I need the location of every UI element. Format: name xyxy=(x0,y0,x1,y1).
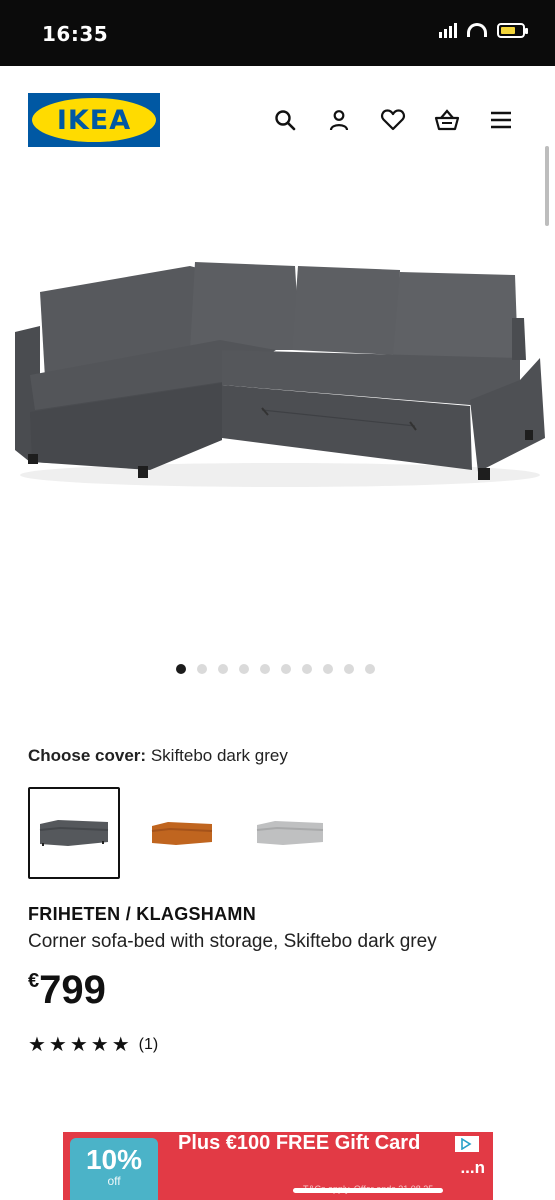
ad-more-text: ...n xyxy=(460,1158,485,1177)
home-indicator xyxy=(293,1188,443,1193)
price-amount: 799 xyxy=(39,968,106,1012)
heart-icon[interactable] xyxy=(379,106,407,134)
carousel-dot[interactable] xyxy=(260,664,270,674)
product-image[interactable] xyxy=(0,200,555,630)
site-header: IKEA xyxy=(0,66,555,166)
signal-icon xyxy=(439,22,457,38)
ad-banner[interactable]: 10% off Plus €100 FREE Gift Card ...n T&… xyxy=(63,1132,493,1200)
ad-badge-percent: 10% xyxy=(85,1144,143,1175)
cover-swatches xyxy=(28,787,336,879)
carousel-dot[interactable] xyxy=(365,664,375,674)
product-description: Corner sofa-bed with storage, Skiftebo d… xyxy=(28,931,437,952)
ikea-logo[interactable]: IKEA xyxy=(28,93,160,147)
logo-text: IKEA xyxy=(56,104,132,136)
ad-discount-badge: 10% off xyxy=(70,1138,158,1200)
product-price: €799 xyxy=(28,966,106,1014)
carousel-dot[interactable] xyxy=(323,664,333,674)
ad-title: Plus €100 FREE Gift Card xyxy=(178,1132,421,1154)
menu-icon[interactable] xyxy=(487,106,515,134)
cover-swatch-orange[interactable] xyxy=(136,787,228,879)
carousel-dot[interactable] xyxy=(239,664,249,674)
basket-icon[interactable] xyxy=(433,106,461,134)
search-icon[interactable] xyxy=(271,106,299,134)
star-rating-icon: ★★★★★ xyxy=(28,1034,133,1056)
product-rating[interactable]: ★★★★★ (1) xyxy=(28,1032,158,1057)
choose-cover-label: Choose cover: xyxy=(28,746,147,765)
status-bar: 16:35 xyxy=(0,0,555,66)
wifi-icon xyxy=(467,23,487,37)
status-time: 16:35 xyxy=(42,22,109,46)
status-icons xyxy=(439,22,528,38)
review-count: (1) xyxy=(138,1035,159,1053)
carousel-dot[interactable] xyxy=(344,664,354,674)
carousel-dot[interactable] xyxy=(176,664,186,674)
ad-badge-off: off xyxy=(107,1174,121,1188)
battery-icon xyxy=(497,22,528,38)
choose-cover: Choose cover: Skiftebo dark grey xyxy=(28,746,288,766)
logo-oval: IKEA xyxy=(32,98,156,142)
carousel-dot[interactable] xyxy=(281,664,291,674)
carousel-dot[interactable] xyxy=(197,664,207,674)
choose-cover-value: Skiftebo dark grey xyxy=(150,746,288,765)
adchoices-icon[interactable] xyxy=(455,1136,479,1152)
profile-icon[interactable] xyxy=(325,106,353,134)
header-actions xyxy=(271,106,515,134)
cover-swatch-light-grey[interactable] xyxy=(244,787,336,879)
image-carousel-dots xyxy=(176,664,375,674)
product-name: FRIHETEN / KLAGSHAMN xyxy=(28,904,256,924)
cover-swatch-dark-grey[interactable] xyxy=(28,787,120,879)
price-currency: € xyxy=(28,970,40,992)
carousel-dot[interactable] xyxy=(302,664,312,674)
carousel-dot[interactable] xyxy=(218,664,228,674)
